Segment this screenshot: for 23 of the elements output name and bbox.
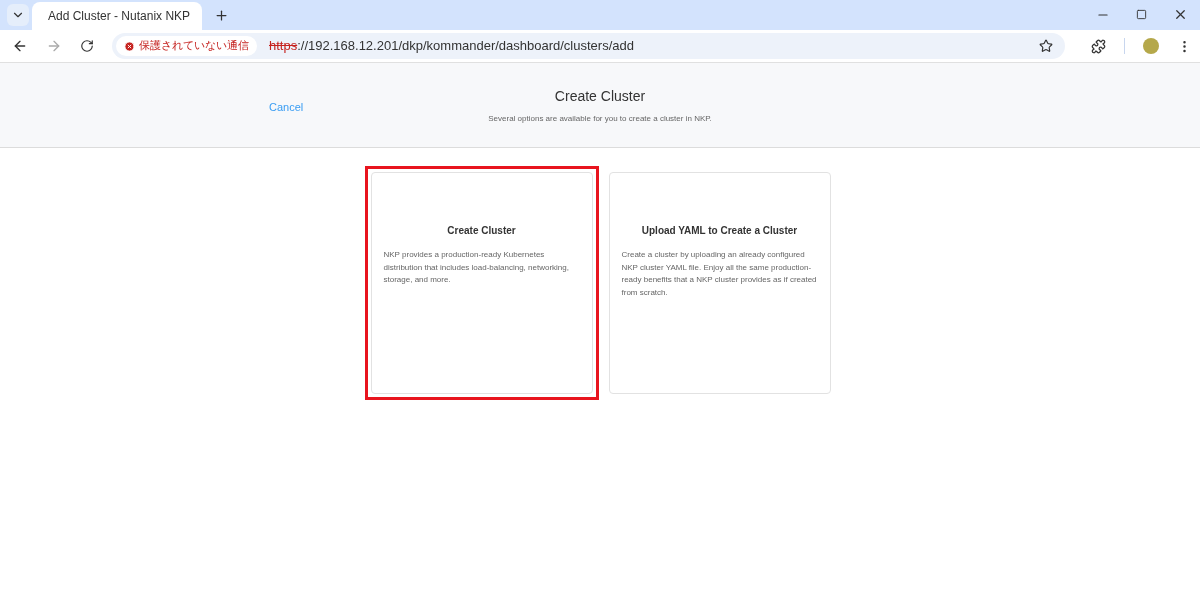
url-scheme: https [269,37,298,56]
tab-title: Add Cluster - Nutanix NKP [48,8,191,25]
address-bar[interactable]: 保護されていない通信 https://192.168.12.201/dkp/kommander/dashboard/clusters/add [112,33,1065,59]
security-chip[interactable]: 保護されていない通信 [116,36,257,56]
option-description: NKP provides a production-ready Kubernetes distribution that includes load-balancing, networking, storage, and more. [383,249,570,286]
back-icon[interactable] [12,38,28,54]
close-window-icon[interactable] [1173,7,1188,22]
option-description: Create a cluster by uploading an already configured NKP cluster YAML file. Enjoy all the same production-ready benefits that a NKP cluster provides as if created from scratch. [621,249,818,299]
option-title: Upload YAML to Create a Cluster [640,224,799,238]
new-tab-icon[interactable] [214,8,229,23]
option-card[interactable]: Create Cluster NKP provides a production-ready Kubernetes distribution that includes load-balancing, networking, storage, and more. [364,166,599,400]
tab-list-button[interactable] [7,4,29,26]
option-title: Create Cluster [446,224,517,238]
extensions-icon[interactable] [1091,38,1106,54]
security-label: 保護されていない通信 [139,37,249,54]
warning-icon [124,40,135,52]
page-subtitle: Several options are available for you to create a cluster in NKP. [488,112,712,125]
bookmark-icon[interactable] [1039,39,1053,53]
reload-icon[interactable] [80,39,94,53]
page-title: Create Cluster [554,86,646,106]
browser-tab[interactable]: Add Cluster - Nutanix NKP [32,2,202,30]
url-text: ://192.168.12.201/dkp/kommander/dashboard/clusters/add [297,37,634,56]
maximize-icon[interactable] [1136,9,1147,20]
